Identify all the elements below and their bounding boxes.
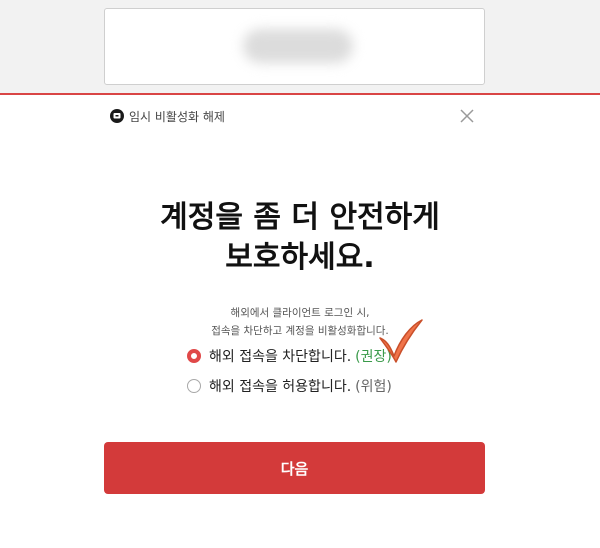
blurred-content xyxy=(243,29,353,63)
close-icon xyxy=(460,109,474,123)
top-panel xyxy=(0,0,600,95)
option-block-overseas[interactable]: 해외 접속을 차단합니다. (권장) xyxy=(187,346,392,366)
title-line-1: 계정을 좀 더 안전하게 xyxy=(160,200,440,235)
description-line-2: 접속을 차단하고 계정을 비활성화합니다. xyxy=(211,325,389,337)
description-line-1: 해외에서 클라이언트 로그인 시, xyxy=(230,307,370,319)
dialog-title: 임시 비활성화 해제 xyxy=(129,109,225,124)
blurred-field xyxy=(104,8,485,85)
risk-tag: (위험) xyxy=(355,379,392,395)
option-allow-overseas[interactable]: 해외 접속을 허용합니다. (위험) xyxy=(187,376,392,396)
radio-block-overseas[interactable] xyxy=(187,349,201,363)
description: 해외에서 클라이언트 로그인 시, 접속을 차단하고 계정을 비활성화합니다. xyxy=(0,304,600,340)
option-label-block: 해외 접속을 차단합니다. xyxy=(209,349,352,365)
next-button[interactable]: 다음 xyxy=(104,442,485,494)
radio-allow-overseas[interactable] xyxy=(187,379,201,393)
dialog-header: 임시 비활성화 해제 xyxy=(110,106,225,126)
close-button[interactable] xyxy=(458,107,476,125)
title-line-2: 보호하세요. xyxy=(225,240,375,275)
checkmark-icon xyxy=(379,319,423,363)
option-label-allow: 해외 접속을 허용합니다. xyxy=(209,379,352,395)
page-title: 계정을 좀 더 안전하게 보호하세요. xyxy=(0,198,600,278)
shield-icon xyxy=(110,109,124,123)
